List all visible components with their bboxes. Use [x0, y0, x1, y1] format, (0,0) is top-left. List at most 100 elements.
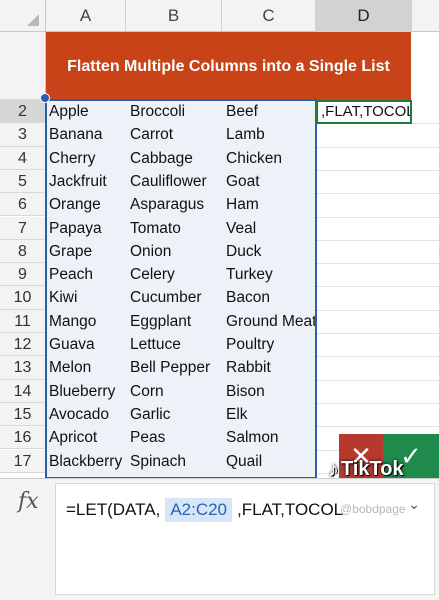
- cell-b9[interactable]: Celery: [130, 263, 175, 286]
- title-banner[interactable]: Flatten Multiple Columns into a Single L…: [46, 32, 411, 102]
- gridline: [316, 169, 439, 171]
- row-header-14[interactable]: 14: [0, 379, 46, 403]
- gridline: [316, 146, 439, 148]
- cell-a15[interactable]: Avocado: [49, 403, 109, 426]
- spreadsheet-grid[interactable]: A B C D Flatten Multiple Columns into a …: [0, 0, 439, 478]
- row-header-12[interactable]: 12: [0, 333, 46, 357]
- cell-a6[interactable]: Orange: [49, 193, 101, 216]
- row-header-5[interactable]: 5: [0, 169, 46, 194]
- cell-a12[interactable]: Guava: [49, 333, 95, 356]
- select-all-corner[interactable]: [0, 0, 46, 32]
- cell-b16[interactable]: Peas: [130, 426, 165, 449]
- gridline: [316, 263, 439, 265]
- cell-c16[interactable]: Salmon: [226, 426, 279, 449]
- formula-prefix: =LET(DATA,: [66, 500, 161, 519]
- cell-c11[interactable]: Ground Meat: [226, 310, 316, 333]
- row-header-6[interactable]: 6: [0, 193, 46, 217]
- cell-b6[interactable]: Asparagus: [130, 193, 204, 216]
- gridline: [316, 216, 439, 218]
- column-header-b[interactable]: B: [126, 0, 222, 32]
- cell-b14[interactable]: Corn: [130, 380, 164, 403]
- row-header-15[interactable]: 15: [0, 402, 46, 427]
- cell-a3[interactable]: Banana: [49, 123, 102, 146]
- cell-b8[interactable]: Onion: [130, 240, 171, 263]
- cell-b10[interactable]: Cucumber: [130, 286, 202, 309]
- cell-a13[interactable]: Melon: [49, 356, 91, 379]
- row-header-16[interactable]: 16: [0, 426, 46, 450]
- select-all-triangle-icon: [27, 14, 39, 26]
- cell-a14[interactable]: Blueberry: [49, 380, 115, 403]
- creator-handle-watermark: @bobdpage: [340, 502, 406, 516]
- gridline: [316, 309, 439, 311]
- gridline: [316, 356, 439, 358]
- cell-c17[interactable]: Quail: [226, 450, 262, 473]
- cell-c12[interactable]: Poultry: [226, 333, 274, 356]
- cell-a5[interactable]: Jackfruit: [49, 170, 107, 193]
- tiktok-watermark: ♪ TikTok: [328, 456, 404, 478]
- gridline: [316, 379, 439, 381]
- cell-a4[interactable]: Cherry: [49, 147, 96, 170]
- row-header-7[interactable]: 7: [0, 216, 46, 240]
- cell-c3[interactable]: Lamb: [226, 123, 265, 146]
- row-header-13[interactable]: 13: [0, 356, 46, 380]
- formula-bar: fx =LET(DATA, A2:C20 ,FLAT,TOCOL @bobdpa…: [0, 478, 439, 600]
- cell-b7[interactable]: Tomato: [130, 217, 181, 240]
- cell-c10[interactable]: Bacon: [226, 286, 270, 309]
- cell-c8[interactable]: Duck: [226, 240, 261, 263]
- tiktok-logo-icon: ♪: [328, 456, 339, 478]
- row-header-2[interactable]: 2: [0, 100, 46, 124]
- selection-handle[interactable]: [40, 93, 50, 103]
- fx-icon[interactable]: fx: [18, 489, 39, 514]
- column-header-c[interactable]: C: [222, 0, 316, 32]
- cell-b12[interactable]: Lettuce: [130, 333, 181, 356]
- cell-b13[interactable]: Bell Pepper: [130, 356, 210, 379]
- gridline: [316, 239, 439, 241]
- cell-b11[interactable]: Eggplant: [130, 310, 191, 333]
- gridline: [316, 193, 439, 195]
- gridline: [316, 402, 439, 404]
- row-header-3[interactable]: 3: [0, 123, 46, 147]
- row-header-17[interactable]: 17: [0, 449, 46, 473]
- tiktok-watermark-text: TikTok: [341, 457, 404, 479]
- active-cell-d2[interactable]: ,FLAT,TOCOL: [316, 100, 412, 124]
- row-header-8[interactable]: 8: [0, 239, 46, 264]
- cell-b2[interactable]: Broccoli: [130, 100, 185, 123]
- banner-row-column-d-cell[interactable]: [411, 32, 439, 102]
- cell-b17[interactable]: Spinach: [130, 450, 186, 473]
- cell-a2[interactable]: Apple: [49, 100, 89, 123]
- row-header-1[interactable]: [0, 32, 46, 100]
- row-header-9[interactable]: 9: [0, 263, 46, 287]
- cell-a9[interactable]: Peach: [49, 263, 93, 286]
- cell-c13[interactable]: Rabbit: [226, 356, 271, 379]
- gridline: [316, 333, 439, 334]
- cell-c9[interactable]: Turkey: [226, 263, 273, 286]
- cell-c15[interactable]: Elk: [226, 403, 248, 426]
- cell-b4[interactable]: Cabbage: [130, 147, 193, 170]
- row-header-10[interactable]: 10: [0, 286, 46, 310]
- chevron-down-icon[interactable]: ⌄: [408, 496, 420, 513]
- column-header-row: A B C D: [0, 0, 439, 32]
- column-header-a[interactable]: A: [46, 0, 126, 32]
- formula-suffix: ,FLAT,TOCOL: [237, 500, 344, 519]
- formula-text: =LET(DATA, A2:C20 ,FLAT,TOCOL: [66, 498, 343, 522]
- cell-a16[interactable]: Apricot: [49, 426, 97, 449]
- cell-c5[interactable]: Goat: [226, 170, 260, 193]
- cell-b3[interactable]: Carrot: [130, 123, 173, 146]
- formula-input[interactable]: =LET(DATA, A2:C20 ,FLAT,TOCOL @bobdpage …: [55, 483, 435, 595]
- cell-c14[interactable]: Bison: [226, 380, 265, 403]
- row-header-11[interactable]: 11: [0, 309, 46, 333]
- cell-a17[interactable]: Blackberry: [49, 450, 122, 473]
- cell-c6[interactable]: Ham: [226, 193, 259, 216]
- cell-a11[interactable]: Mango: [49, 310, 96, 333]
- column-header-d[interactable]: D: [316, 0, 412, 32]
- cell-a10[interactable]: Kiwi: [49, 286, 77, 309]
- cell-a7[interactable]: Papaya: [49, 217, 102, 240]
- cell-b15[interactable]: Garlic: [130, 403, 170, 426]
- cell-b5[interactable]: Cauliflower: [130, 170, 207, 193]
- cell-c7[interactable]: Veal: [226, 217, 256, 240]
- cell-c4[interactable]: Chicken: [226, 147, 282, 170]
- cell-a8[interactable]: Grape: [49, 240, 92, 263]
- row-header-4[interactable]: 4: [0, 146, 46, 170]
- cell-c2[interactable]: Beef: [226, 100, 258, 123]
- formula-range-reference[interactable]: A2:C20: [165, 498, 233, 522]
